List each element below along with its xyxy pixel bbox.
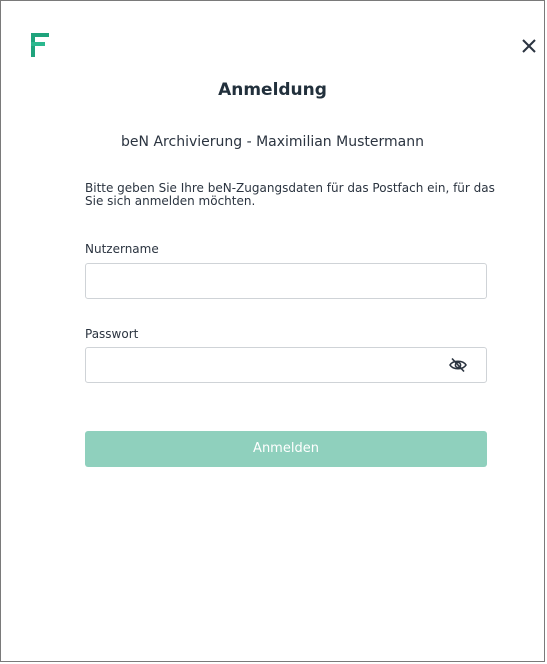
username-input[interactable] [85,263,487,299]
close-icon[interactable] [520,37,538,55]
password-label: Passwort [85,327,139,341]
login-dialog: Anmeldung beN Archivierung - Maximilian … [0,0,545,662]
eye-hidden-icon[interactable] [449,357,467,373]
dialog-title: Anmeldung [218,80,327,100]
password-input[interactable] [85,347,487,383]
login-button[interactable]: Anmelden [85,431,487,467]
instruction-text: Bitte geben Sie Ihre beN-Zugangsdaten fü… [85,181,495,208]
f-logo-icon [31,33,49,57]
dialog-subtitle: beN Archivierung - Maximilian Mustermann [121,134,424,150]
username-label: Nutzername [85,242,159,256]
